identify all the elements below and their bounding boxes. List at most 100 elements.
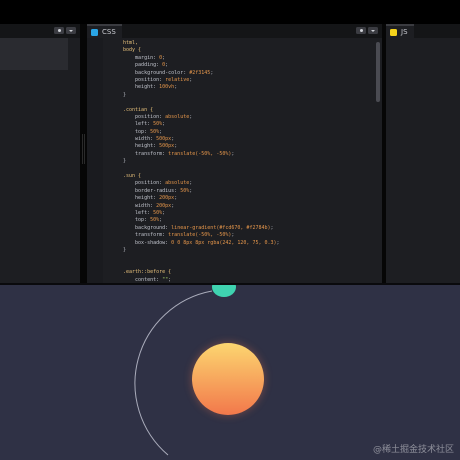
resize-grip-icon xyxy=(82,134,85,164)
code-token: ; xyxy=(159,128,163,135)
code-line[interactable]: left: 50%; xyxy=(123,121,370,128)
code-token: #2f3145 xyxy=(189,69,211,76)
code-line[interactable]: } xyxy=(123,158,370,165)
code-token: width: xyxy=(123,202,157,209)
js-code-area[interactable] xyxy=(386,38,460,283)
code-token: absolute xyxy=(165,180,190,187)
code-line[interactable] xyxy=(123,262,370,269)
sun xyxy=(192,343,264,415)
code-token: width: xyxy=(123,136,157,143)
code-token: ; xyxy=(276,239,280,246)
code-token: background-color: xyxy=(123,69,190,76)
code-token: html, xyxy=(123,40,139,46)
code-token: 50% xyxy=(153,121,163,128)
css-settings-button[interactable] xyxy=(356,27,366,34)
code-token: ; xyxy=(171,202,175,209)
css-logo-icon xyxy=(91,28,98,36)
watermark: @稀土掘金技术社区 xyxy=(372,445,454,455)
code-line[interactable]: } xyxy=(123,92,370,99)
code-line[interactable]: transform: translate(-50%, -50%); xyxy=(123,232,370,239)
code-line[interactable]: width: 200px; xyxy=(123,203,370,210)
code-line[interactable]: top: 50%; xyxy=(123,129,370,136)
code-token: 200px xyxy=(156,202,172,209)
js-tab-bar: JS xyxy=(386,24,460,38)
code-line[interactable]: position: absolute; xyxy=(123,180,370,187)
code-token: top: xyxy=(123,217,151,224)
code-token: absolute xyxy=(165,113,190,120)
code-line[interactable]: border-radius: 50%; xyxy=(123,188,370,195)
css-menu-button[interactable] xyxy=(368,27,378,34)
css-pane[interactable]: CSS html, body { margin: 0; padding: 0; b… xyxy=(87,24,382,283)
code-token: position: xyxy=(123,113,166,120)
code-line[interactable]: background-color: #2f3145; xyxy=(123,70,370,77)
code-line[interactable]: width: 500px; xyxy=(123,136,370,143)
code-line[interactable]: position: absolute; xyxy=(123,114,370,121)
code-token: margin: xyxy=(123,54,160,61)
code-token: ; xyxy=(231,150,235,157)
css-code[interactable]: html, body { margin: 0; padding: 0; backg… xyxy=(123,40,370,283)
code-token: 50% xyxy=(150,128,160,135)
code-token: ; xyxy=(174,143,178,150)
code-token: 0 0 8px 8px rgba(242, 120, 75, 0.3) xyxy=(171,239,277,246)
html-pane[interactable] xyxy=(0,24,80,283)
code-token: 500px xyxy=(156,136,172,143)
code-token: 50% xyxy=(150,217,160,224)
tab-js-label: JS xyxy=(401,28,408,36)
top-bar xyxy=(0,0,460,24)
code-line[interactable] xyxy=(123,254,370,261)
code-token: 200px xyxy=(159,195,175,202)
chevron-down-icon xyxy=(371,29,375,32)
gear-icon xyxy=(359,29,363,32)
code-token: relative xyxy=(165,76,190,83)
html-scrollbar-track[interactable] xyxy=(68,38,80,283)
code-token: ; xyxy=(270,224,274,231)
code-line[interactable]: top: 50%; xyxy=(123,217,370,224)
code-token: transform: xyxy=(123,232,169,239)
code-line[interactable]: left: 50%; xyxy=(123,210,370,217)
code-token: transform: xyxy=(123,150,169,157)
code-line[interactable]: body { xyxy=(123,47,370,54)
code-line[interactable]: .sun { xyxy=(123,173,370,180)
code-line[interactable] xyxy=(123,166,370,173)
code-token: ; xyxy=(162,209,166,216)
code-line[interactable]: background: linear-gradient(#fcd670, #f2… xyxy=(123,225,370,232)
code-token: ; xyxy=(168,276,172,283)
code-token: linear-gradient(#fcd670, #f2784b) xyxy=(171,224,271,231)
code-token: border-radius: xyxy=(123,187,181,194)
code-token: left: xyxy=(123,121,154,128)
js-pane[interactable]: JS xyxy=(386,24,460,283)
code-token: .earth::before { xyxy=(123,269,172,276)
code-line[interactable]: margin: 0; xyxy=(123,55,370,62)
code-token: ; xyxy=(159,217,163,224)
code-token: background: xyxy=(123,224,172,231)
tab-js[interactable]: JS xyxy=(386,24,414,38)
pane-resize-handle-1[interactable] xyxy=(80,24,87,283)
code-line[interactable] xyxy=(123,99,370,106)
tab-css[interactable]: CSS xyxy=(87,24,122,38)
code-line[interactable]: height: 500px; xyxy=(123,143,370,150)
html-settings-button[interactable] xyxy=(54,27,64,34)
code-line[interactable]: .earth::before { xyxy=(123,269,370,276)
css-code-area[interactable]: html, body { margin: 0; padding: 0; backg… xyxy=(87,38,382,283)
code-token: ; xyxy=(189,180,193,187)
code-line[interactable]: box-shadow: 0 0 8px 8px rgba(242, 120, 7… xyxy=(123,240,370,247)
code-line[interactable]: } xyxy=(123,247,370,254)
code-line[interactable]: .contian { xyxy=(123,107,370,114)
code-token: translate(-50%, -50%) xyxy=(168,232,232,239)
code-token: ; xyxy=(189,187,193,194)
html-code-area[interactable] xyxy=(0,38,68,70)
code-line[interactable]: position: relative; xyxy=(123,77,370,84)
code-line[interactable]: html, xyxy=(123,40,370,47)
css-scrollbar-thumb[interactable] xyxy=(376,42,380,102)
code-line[interactable]: height: 100vh; xyxy=(123,84,370,91)
code-token: 500px xyxy=(159,143,175,150)
html-menu-button[interactable] xyxy=(66,27,76,34)
code-line[interactable]: transform: translate(-50%, -50%); xyxy=(123,151,370,158)
code-token: position: xyxy=(123,180,166,187)
gear-icon xyxy=(57,29,61,32)
code-token: 100vh xyxy=(159,84,175,91)
code-line[interactable]: padding: 0; xyxy=(123,62,370,69)
code-line[interactable]: height: 200px; xyxy=(123,195,370,202)
code-token: ; xyxy=(165,62,169,69)
code-token: padding: xyxy=(123,62,163,69)
